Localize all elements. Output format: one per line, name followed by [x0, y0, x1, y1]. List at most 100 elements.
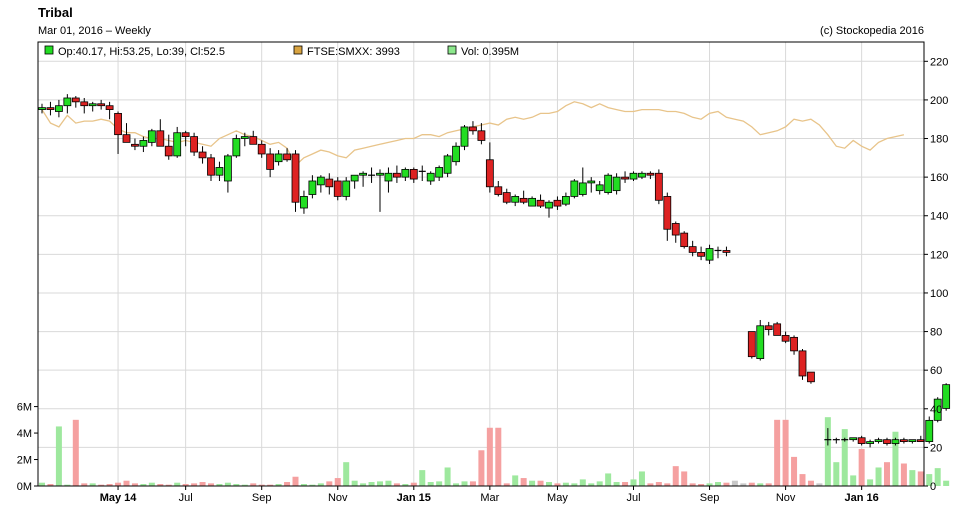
legend: Op:40.17, Hi:53.25, Lo:39, Cl:52.5 FTSE:S…	[44, 45, 519, 58]
candle-body	[435, 167, 444, 178]
candle	[866, 439, 874, 448]
candle	[147, 128, 156, 147]
candle	[359, 171, 368, 187]
candle	[756, 319, 765, 361]
price-tick-label: 100	[930, 288, 948, 300]
candle	[781, 331, 790, 344]
candle	[798, 348, 807, 380]
candle	[291, 150, 300, 212]
candlesticks	[38, 94, 951, 448]
volume-bar	[850, 475, 857, 486]
candle-body	[266, 153, 275, 170]
candle	[392, 165, 401, 183]
volume-bar	[791, 456, 798, 486]
candle-body	[181, 132, 190, 137]
candle	[671, 221, 680, 243]
x-tick-label: Jan 16	[845, 492, 879, 504]
volume-bar	[858, 448, 865, 486]
candle	[190, 132, 199, 156]
candle	[764, 321, 773, 336]
volume-bar	[672, 466, 679, 486]
candle-body	[663, 196, 672, 230]
x-tick-label: Jan 15	[397, 492, 431, 504]
candle	[46, 101, 55, 116]
price-tick-label: 60	[930, 365, 942, 377]
candle	[942, 383, 951, 411]
volume-bar	[55, 426, 62, 486]
volume-bar	[385, 480, 392, 486]
candle	[621, 171, 629, 183]
candle-body	[925, 419, 934, 442]
candle	[773, 321, 782, 336]
price-tick-label: 140	[930, 211, 948, 223]
volume-bar	[799, 474, 806, 486]
candle-body	[570, 180, 579, 197]
candle-body	[71, 97, 80, 103]
candle-body	[629, 172, 638, 180]
price-chart[interactable]: 0 20 40 60 80 100 120 140 160 180 200 220 May 14 Jul S…	[0, 0, 962, 526]
volume-bar	[867, 479, 874, 486]
candle-body	[122, 134, 131, 143]
candle-body	[46, 107, 55, 110]
candle-body	[384, 172, 393, 182]
candle-body	[849, 437, 858, 441]
candle	[916, 435, 925, 442]
volume-bar	[486, 427, 493, 486]
candle-body	[63, 97, 72, 107]
candle-body	[359, 172, 368, 176]
candle	[511, 194, 520, 207]
candle	[604, 173, 613, 195]
candle-body	[274, 153, 283, 163]
candle	[300, 190, 308, 214]
candle	[409, 167, 418, 183]
x-tick-label: Jul	[626, 492, 640, 504]
candle-body	[798, 350, 807, 377]
volume-bars	[39, 417, 950, 486]
candle-body	[553, 199, 562, 207]
candle	[908, 439, 917, 444]
candle-body	[350, 174, 359, 182]
candle-body	[316, 176, 325, 186]
volume-bar	[655, 482, 662, 486]
volume-bar	[807, 480, 814, 486]
candle	[849, 437, 858, 442]
candle-body	[469, 126, 477, 132]
volume-bar	[715, 482, 721, 486]
x-tick-label: May 14	[100, 492, 138, 504]
candle	[63, 94, 72, 114]
candle	[376, 169, 384, 212]
candle-body	[528, 197, 536, 207]
candle	[680, 231, 689, 249]
candle-body	[485, 159, 494, 188]
legend-swatch	[44, 45, 54, 55]
candle	[443, 153, 452, 178]
candle-body	[908, 439, 917, 442]
candle-body	[477, 130, 486, 141]
volume-bar	[943, 480, 950, 486]
candle	[274, 150, 283, 166]
volume-bar	[622, 482, 629, 486]
volume-bar	[478, 450, 485, 486]
candle	[883, 437, 891, 446]
x-tick-label: Sep	[700, 492, 720, 504]
candle-body	[452, 145, 460, 163]
volume-bar	[419, 470, 426, 486]
volume-bar	[72, 419, 79, 486]
candle-body	[88, 103, 97, 107]
candle-body	[80, 101, 89, 107]
candle	[105, 101, 114, 120]
candle-body	[198, 151, 207, 159]
candle	[570, 179, 579, 199]
volume-bar	[512, 475, 519, 486]
candle-body	[604, 174, 613, 193]
volume-tick-label: 6M	[17, 402, 32, 414]
candle	[697, 246, 705, 261]
volume-bar	[774, 419, 781, 486]
candle-body	[790, 336, 798, 352]
candle	[368, 167, 376, 183]
volume-bar	[909, 470, 916, 486]
candle-body	[325, 178, 334, 188]
candle	[384, 167, 393, 193]
candle-body	[333, 180, 342, 197]
candle-body	[519, 197, 528, 203]
